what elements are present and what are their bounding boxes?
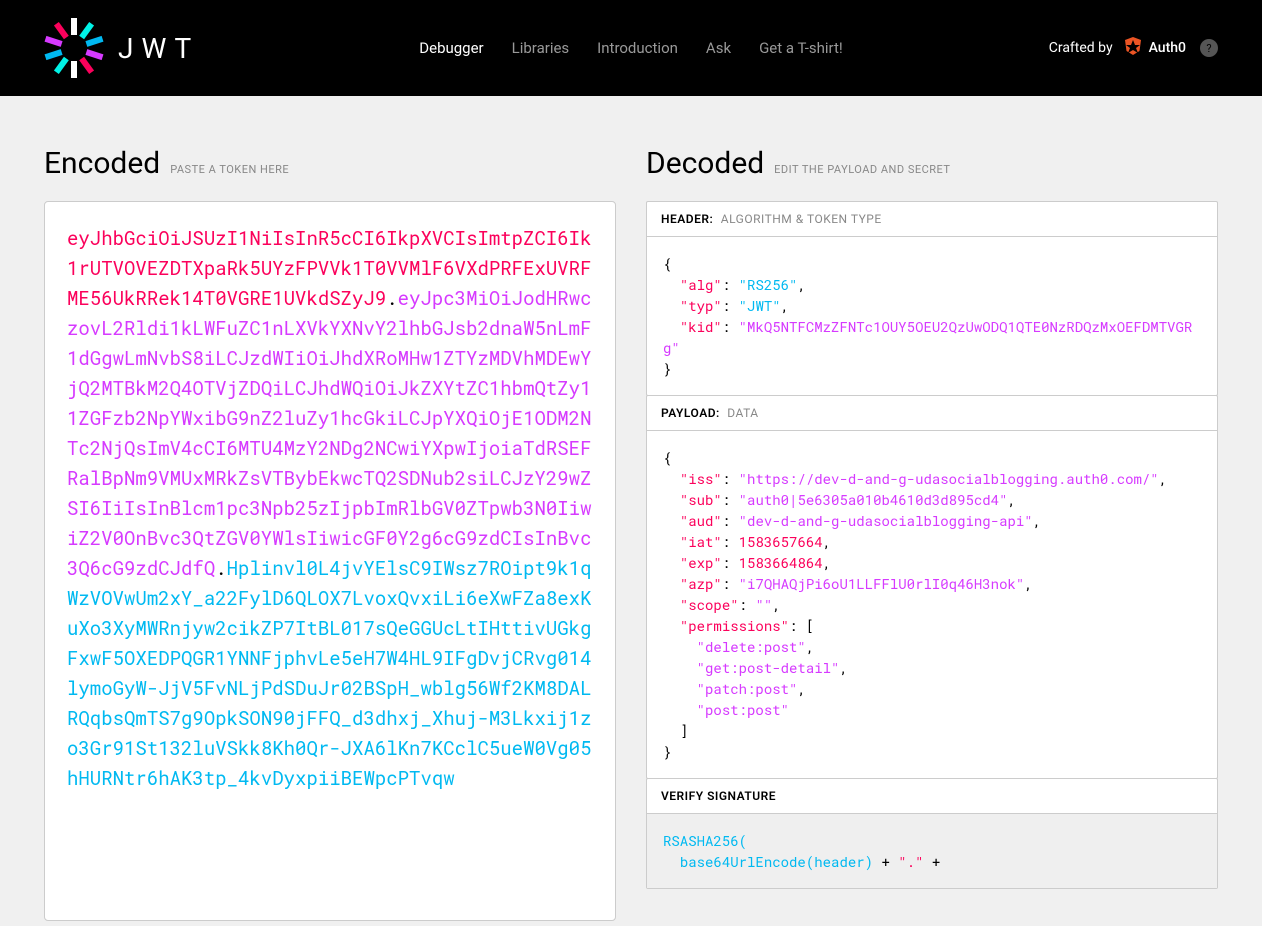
encoded-subtitle: PASTE A TOKEN HERE	[170, 163, 289, 176]
jwt-logo-text: JWT	[118, 32, 199, 65]
nav-introduction[interactable]: Introduction	[597, 39, 678, 57]
verify-panel-header: VERIFY SIGNATURE	[647, 779, 1217, 814]
nav-tshirt[interactable]: Get a T-shirt!	[759, 39, 843, 57]
header-sublabel: ALGORITHM & TOKEN TYPE	[721, 212, 882, 226]
header-panel-header: HEADER: ALGORITHM & TOKEN TYPE	[647, 202, 1217, 237]
payload-label: PAYLOAD:	[661, 406, 720, 420]
payload-panel: PAYLOAD: DATA { "iss": "https://dev-d-an…	[646, 395, 1218, 779]
decoded-title-text: Decoded	[646, 146, 764, 181]
nav-debugger[interactable]: Debugger	[419, 39, 483, 57]
encoded-column: Encoded PASTE A TOKEN HERE eyJhbGciOiJSU…	[44, 146, 616, 921]
auth0-label: Auth0	[1149, 40, 1186, 56]
auth0-shield-icon	[1123, 37, 1143, 59]
main-nav: Debugger Libraries Introduction Ask Get …	[419, 39, 842, 57]
encoded-token-input[interactable]: eyJhbGciOiJSUzI1NiIsInR5cCI6IkpXVCIsImtp…	[44, 201, 616, 921]
crafted-by-label: Crafted by	[1049, 40, 1113, 56]
header-label: HEADER:	[661, 212, 713, 226]
encoded-title-text: Encoded	[44, 146, 160, 181]
token-payload-part: eyJpc3MiOiJodHRwczovL2Rldi1kLWFuZC1nLXVk…	[67, 286, 592, 581]
jwt-burst-icon	[44, 18, 104, 78]
token-signature-part: Hplinvl0L4jvYElsC9IWsz7ROipt9k1qWzVOVwUm…	[67, 556, 592, 791]
header-json-body[interactable]: { "alg": "RS256", "typ": "JWT", "kid": "…	[647, 237, 1217, 395]
auth0-link[interactable]: Auth0	[1123, 37, 1186, 59]
crafted-by: Crafted by Auth0 ?	[1049, 37, 1218, 59]
nav-ask[interactable]: Ask	[706, 39, 731, 57]
help-icon[interactable]: ?	[1200, 39, 1218, 57]
payload-sublabel: DATA	[727, 406, 758, 420]
logo[interactable]: JWT	[44, 18, 199, 78]
signature-body[interactable]: RSASHA256( base64UrlEncode(header) + "."…	[647, 814, 1217, 888]
header-panel: HEADER: ALGORITHM & TOKEN TYPE { "alg": …	[646, 201, 1218, 396]
payload-panel-header: PAYLOAD: DATA	[647, 396, 1217, 431]
nav-libraries[interactable]: Libraries	[512, 39, 570, 57]
decoded-subtitle: EDIT THE PAYLOAD AND SECRET	[774, 163, 950, 176]
top-nav-bar: JWT Debugger Libraries Introduction Ask …	[0, 0, 1262, 96]
decoded-column: Decoded EDIT THE PAYLOAD AND SECRET HEAD…	[646, 146, 1218, 921]
verify-signature-panel: VERIFY SIGNATURE RSASHA256( base64UrlEnc…	[646, 778, 1218, 889]
verify-label: VERIFY SIGNATURE	[661, 789, 776, 803]
encoded-title: Encoded PASTE A TOKEN HERE	[44, 146, 616, 181]
decoded-title: Decoded EDIT THE PAYLOAD AND SECRET	[646, 146, 1218, 181]
payload-json-body[interactable]: { "iss": "https://dev-d-and-g-udasocialb…	[647, 431, 1217, 778]
